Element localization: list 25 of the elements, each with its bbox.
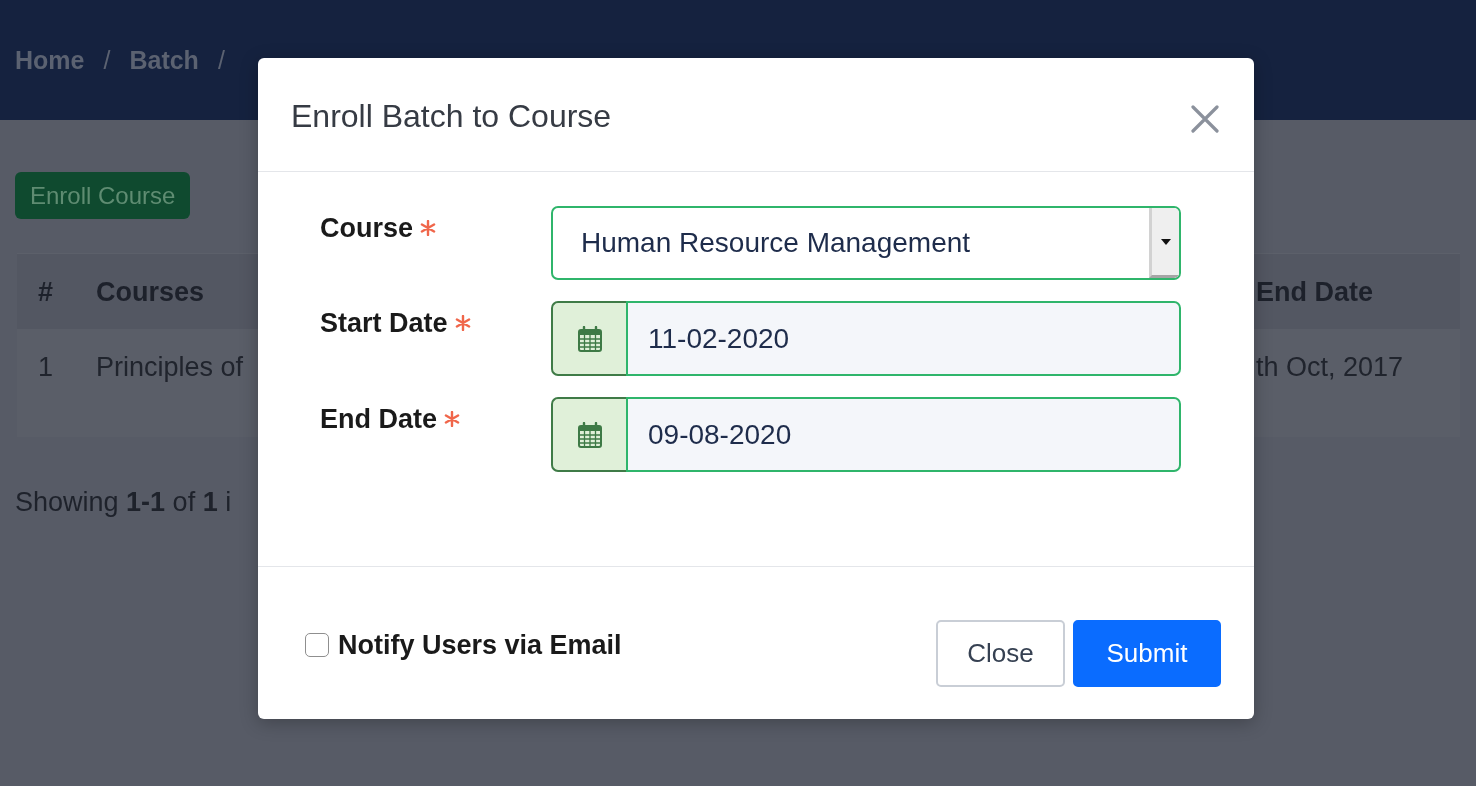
calendar-addon[interactable]	[551, 301, 626, 376]
table-cell-text: Principles of	[96, 351, 245, 383]
field-label: End Date	[320, 403, 438, 435]
calendar-addon[interactable]	[551, 397, 626, 472]
column-header: #	[38, 275, 55, 308]
dialog-title: Enroll Batch to Course	[291, 96, 612, 135]
pagination-summary: Showing 1-1 of 1 i	[15, 486, 232, 518]
field-label: Start Date	[320, 307, 448, 339]
calendar-icon	[577, 325, 602, 352]
breadcrumb-separator: /	[103, 45, 111, 75]
close-icon	[1191, 104, 1219, 133]
table-cell-text: 1	[38, 351, 55, 383]
breadcrumb-separator: /	[217, 45, 225, 75]
course-select[interactable]: Human Resource Management	[551, 206, 1181, 280]
dropdown-button[interactable]	[1149, 208, 1179, 278]
table-cell-text: th Oct, 2017	[1256, 351, 1405, 383]
notify-checkbox[interactable]	[305, 633, 329, 657]
date-input[interactable]: 11-02-2020	[626, 301, 1181, 376]
caret-icon	[1160, 238, 1171, 245]
notify-label: Notify Users via Email	[338, 629, 622, 661]
field-label: Course	[320, 212, 414, 244]
date-input[interactable]: 09-08-2020	[626, 397, 1181, 472]
submit-button[interactable]: Submit	[1073, 620, 1221, 687]
calendar-icon	[577, 421, 602, 448]
close-dialog-button[interactable]: Close	[936, 620, 1065, 687]
